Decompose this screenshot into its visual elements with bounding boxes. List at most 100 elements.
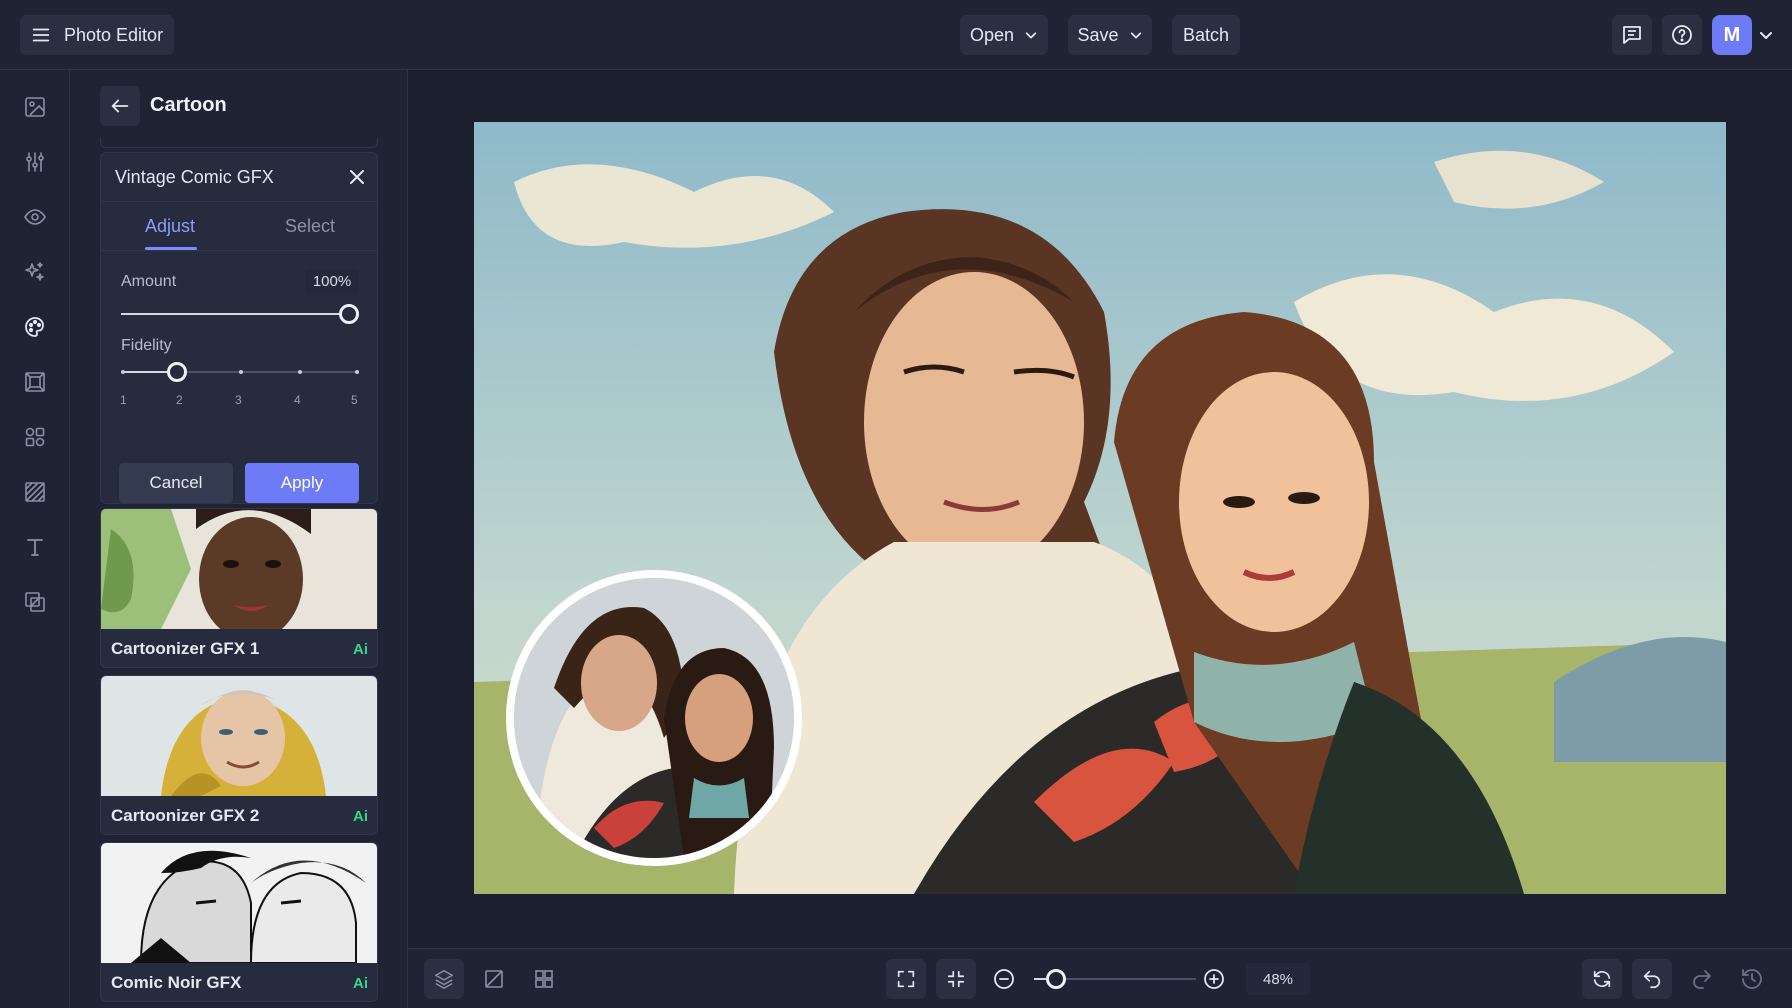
fidelity-tick xyxy=(121,370,125,374)
bottom-toolbar: 48% xyxy=(408,948,1792,1008)
tab-select[interactable]: Select xyxy=(285,216,335,237)
redo-icon xyxy=(1693,970,1711,989)
before-preview-inset[interactable] xyxy=(506,570,802,866)
fidelity-tick xyxy=(355,370,359,374)
grid-button[interactable] xyxy=(524,959,564,999)
overlay-icon xyxy=(25,592,45,612)
rail-adjust-tool[interactable] xyxy=(20,147,50,177)
preset-label: Comic Noir GFX xyxy=(111,973,242,992)
preset-thumbnail xyxy=(101,676,377,796)
fidelity-tick-label: 4 xyxy=(294,393,301,407)
preset-cartoonizer-gfx-2[interactable]: Cartoonizer GFX 2 Ai xyxy=(100,675,378,835)
batch-label: Batch xyxy=(1182,24,1230,45)
expand-icon xyxy=(897,970,915,988)
zoom-in-button[interactable] xyxy=(1194,959,1234,999)
preset-thumbnail xyxy=(101,509,377,629)
feedback-button[interactable] xyxy=(1612,15,1652,55)
preset-comic-noir-gfx[interactable]: Comic Noir GFX Ai xyxy=(100,842,378,1002)
hamburger-icon xyxy=(32,28,50,42)
rail-textures-tool[interactable] xyxy=(20,477,50,507)
fidelity-tick-label: 5 xyxy=(351,393,358,407)
frame-icon xyxy=(25,372,45,392)
shrink-icon xyxy=(947,970,965,988)
palette-icon xyxy=(25,317,44,337)
amount-label: Amount xyxy=(121,273,177,290)
ai-badge: Ai xyxy=(353,641,368,658)
zoom-slider-thumb[interactable] xyxy=(1046,969,1066,989)
active-tab-indicator xyxy=(145,247,197,250)
app-title: Photo Editor xyxy=(64,24,164,45)
preset-label: Cartoonizer GFX 1 xyxy=(111,639,260,658)
back-button[interactable] xyxy=(100,86,140,126)
compare-icon xyxy=(485,970,503,988)
redo-button[interactable] xyxy=(1682,959,1722,999)
cancel-button[interactable]: Cancel xyxy=(119,463,233,503)
fit-screen-button[interactable] xyxy=(886,959,926,999)
rail-frames-tool[interactable] xyxy=(20,367,50,397)
rail-artsy-tool[interactable] xyxy=(20,312,50,342)
amount-slider-track[interactable] xyxy=(121,313,349,315)
effect-tabs: Adjust Select xyxy=(101,201,377,251)
preset-cartoonizer-gfx-1[interactable]: Cartoonizer GFX 1 Ai xyxy=(100,508,378,668)
fidelity-label: Fidelity xyxy=(121,337,172,354)
rail-view-tool[interactable] xyxy=(20,202,50,232)
image-icon xyxy=(25,97,45,117)
chevron-down-icon xyxy=(1130,32,1141,39)
fidelity-slider-thumb[interactable] xyxy=(167,362,187,382)
panel-title: Cartoon xyxy=(150,94,227,116)
chevron-down-icon[interactable] xyxy=(1758,27,1774,43)
undo-button[interactable] xyxy=(1632,959,1672,999)
effect-settings-card: Vintage Comic GFX Adjust Select Amount 1… xyxy=(100,152,378,504)
effect-name: Vintage Comic GFX xyxy=(115,167,274,187)
save-button[interactable]: Save xyxy=(1068,15,1152,55)
fidelity-tick-label: 2 xyxy=(176,393,183,407)
fidelity-tick-label: 1 xyxy=(120,393,127,407)
rail-image-tool[interactable] xyxy=(20,92,50,122)
layers-button[interactable] xyxy=(424,959,464,999)
effects-panel: Cartoon Vintage Comic GFX Adjust Select … xyxy=(70,70,408,1008)
rail-effects-tool[interactable] xyxy=(20,257,50,287)
zoom-out-button[interactable] xyxy=(984,959,1024,999)
original-photo-thumbnail xyxy=(514,578,794,858)
shapes-icon xyxy=(25,427,45,447)
panel-divider xyxy=(100,138,378,148)
chevron-down-icon xyxy=(1025,32,1037,39)
preset-label: Cartoonizer GFX 2 xyxy=(111,806,260,825)
open-button[interactable]: Open xyxy=(960,15,1048,55)
help-button[interactable] xyxy=(1662,15,1702,55)
amount-slider-thumb[interactable] xyxy=(339,304,359,324)
save-label: Save xyxy=(1077,24,1119,45)
apply-button[interactable]: Apply xyxy=(245,463,359,503)
preset-thumbnail xyxy=(101,843,377,963)
tool-rail xyxy=(0,70,70,1008)
main-menu-button[interactable]: Photo Editor xyxy=(20,15,174,55)
layers-icon xyxy=(435,970,453,989)
fidelity-tick-label: 3 xyxy=(235,393,242,407)
rail-text-tool[interactable] xyxy=(20,532,50,562)
compare-button[interactable] xyxy=(474,959,514,999)
amount-value[interactable]: 100% xyxy=(305,269,359,293)
sliders-icon xyxy=(26,152,44,172)
text-icon xyxy=(27,539,43,556)
zoom-in-icon xyxy=(1204,969,1224,989)
undo-icon xyxy=(1643,970,1661,989)
reset-button[interactable] xyxy=(1582,959,1622,999)
close-icon[interactable] xyxy=(347,167,367,187)
fidelity-tick xyxy=(298,370,302,374)
history-icon xyxy=(1742,969,1762,989)
actual-size-button[interactable] xyxy=(936,959,976,999)
tab-adjust[interactable]: Adjust xyxy=(145,216,195,237)
zoom-value[interactable]: 48% xyxy=(1246,963,1310,995)
rail-graphics-tool[interactable] xyxy=(20,422,50,452)
texture-icon xyxy=(25,482,45,502)
arrow-left-icon xyxy=(111,99,129,113)
history-button[interactable] xyxy=(1732,959,1772,999)
batch-button[interactable]: Batch xyxy=(1172,15,1240,55)
avatar[interactable]: M xyxy=(1712,15,1752,55)
eye-icon xyxy=(24,209,46,225)
open-label: Open xyxy=(969,24,1015,45)
fidelity-tick xyxy=(239,370,243,374)
ai-badge: Ai xyxy=(353,808,368,825)
rail-overlays-tool[interactable] xyxy=(20,587,50,617)
zoom-out-icon xyxy=(994,969,1014,989)
